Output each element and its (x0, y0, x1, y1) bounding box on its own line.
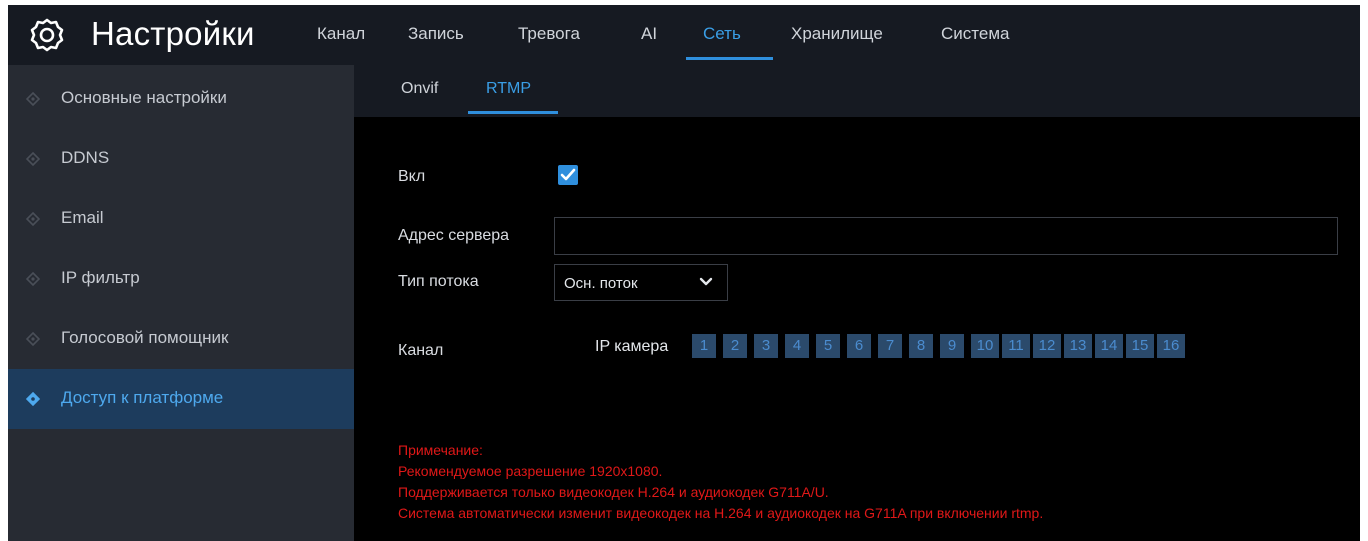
sub-tab-bar: Onvif RTMP (354, 65, 1360, 117)
diamond-icon (26, 92, 40, 106)
channel-box-5[interactable]: 5 (816, 334, 840, 358)
tab-rtmp[interactable]: RTMP (486, 80, 531, 98)
channel-box-6[interactable]: 6 (847, 334, 871, 358)
nav-tab-network[interactable]: Сеть (703, 24, 741, 44)
sidebar-item-ddns[interactable]: DDNS (8, 129, 354, 189)
sidebar-item-email[interactable]: Email (8, 189, 354, 249)
settings-window: Настройки Канал Запись Тревога AI Сеть Х… (8, 5, 1360, 541)
active-subtab-indicator (468, 111, 558, 114)
channel-box-13[interactable]: 13 (1064, 334, 1092, 358)
sidebar-item-label: DDNS (61, 148, 110, 167)
diamond-icon (26, 272, 40, 286)
nav-tab-record[interactable]: Запись (408, 24, 464, 44)
sidebar-item-label: Доступ к платформе (61, 388, 224, 407)
server-address-input[interactable] (554, 217, 1338, 255)
channel-label: Канал (398, 342, 444, 359)
channel-box-1[interactable]: 1 (692, 334, 716, 358)
tab-onvif[interactable]: Onvif (401, 80, 438, 98)
sidebar-item-label: Основные настройки (61, 88, 227, 107)
sidebar-item-label: Email (61, 208, 104, 227)
nav-tab-system[interactable]: Система (941, 24, 1009, 44)
channel-box-10[interactable]: 10 (971, 334, 999, 358)
diamond-icon (26, 212, 40, 226)
diamond-icon (26, 152, 40, 166)
sidebar-item-ip-filter[interactable]: IP фильтр (8, 249, 354, 309)
chevron-down-icon (699, 277, 713, 286)
channel-box-7[interactable]: 7 (878, 334, 902, 358)
channel-box-15[interactable]: 15 (1126, 334, 1154, 358)
diamond-icon (26, 392, 40, 406)
note-line: Система автоматически изменит видеокодек… (398, 505, 1044, 521)
stream-type-value: Осн. поток (564, 275, 638, 292)
nav-tab-alarm[interactable]: Тревога (518, 24, 580, 44)
active-tab-indicator (686, 57, 773, 60)
sidebar-item-platform-access[interactable]: Доступ к платформе (8, 369, 354, 429)
enable-label: Вкл (398, 168, 426, 185)
note-title: Примечание: (398, 442, 483, 458)
note-line: Рекомендуемое разрешение 1920x1080. (398, 463, 663, 479)
sidebar-item-label: Голосовой помощник (61, 328, 229, 347)
gear-icon (30, 18, 64, 52)
enable-checkbox[interactable] (558, 165, 578, 185)
channel-box-2[interactable]: 2 (723, 334, 747, 358)
channel-box-14[interactable]: 14 (1095, 334, 1123, 358)
sidebar-item-basic-settings[interactable]: Основные настройки (8, 69, 354, 129)
server-address-label: Адрес сервера (398, 227, 510, 244)
channel-box-4[interactable]: 4 (785, 334, 809, 358)
top-bar: Настройки Канал Запись Тревога AI Сеть Х… (8, 5, 1360, 65)
sidebar-item-label: IP фильтр (61, 268, 140, 287)
sidebar: Основные настройки DDNS Email IP фильтр … (8, 65, 354, 541)
channel-box-3[interactable]: 3 (754, 334, 778, 358)
checkmark-icon (560, 168, 576, 181)
note-line: Поддерживается только видеокодек H.264 и… (398, 484, 829, 500)
channel-box-11[interactable]: 11 (1002, 334, 1030, 358)
nav-tab-ai[interactable]: AI (641, 24, 657, 44)
app-title: Настройки (91, 15, 255, 52)
channel-box-8[interactable]: 8 (909, 334, 933, 358)
diamond-icon (26, 332, 40, 346)
channel-box-12[interactable]: 12 (1033, 334, 1061, 358)
nav-tab-channel[interactable]: Канал (317, 24, 365, 44)
nav-tab-storage[interactable]: Хранилище (791, 24, 883, 44)
stream-type-select[interactable]: Осн. поток (554, 264, 728, 301)
ip-camera-label: IP камера (595, 338, 669, 355)
stream-type-label: Тип потока (398, 273, 479, 290)
sidebar-item-voice-assistant[interactable]: Голосовой помощник (8, 309, 354, 369)
channel-box-16[interactable]: 16 (1157, 334, 1185, 358)
channel-box-9[interactable]: 9 (940, 334, 964, 358)
